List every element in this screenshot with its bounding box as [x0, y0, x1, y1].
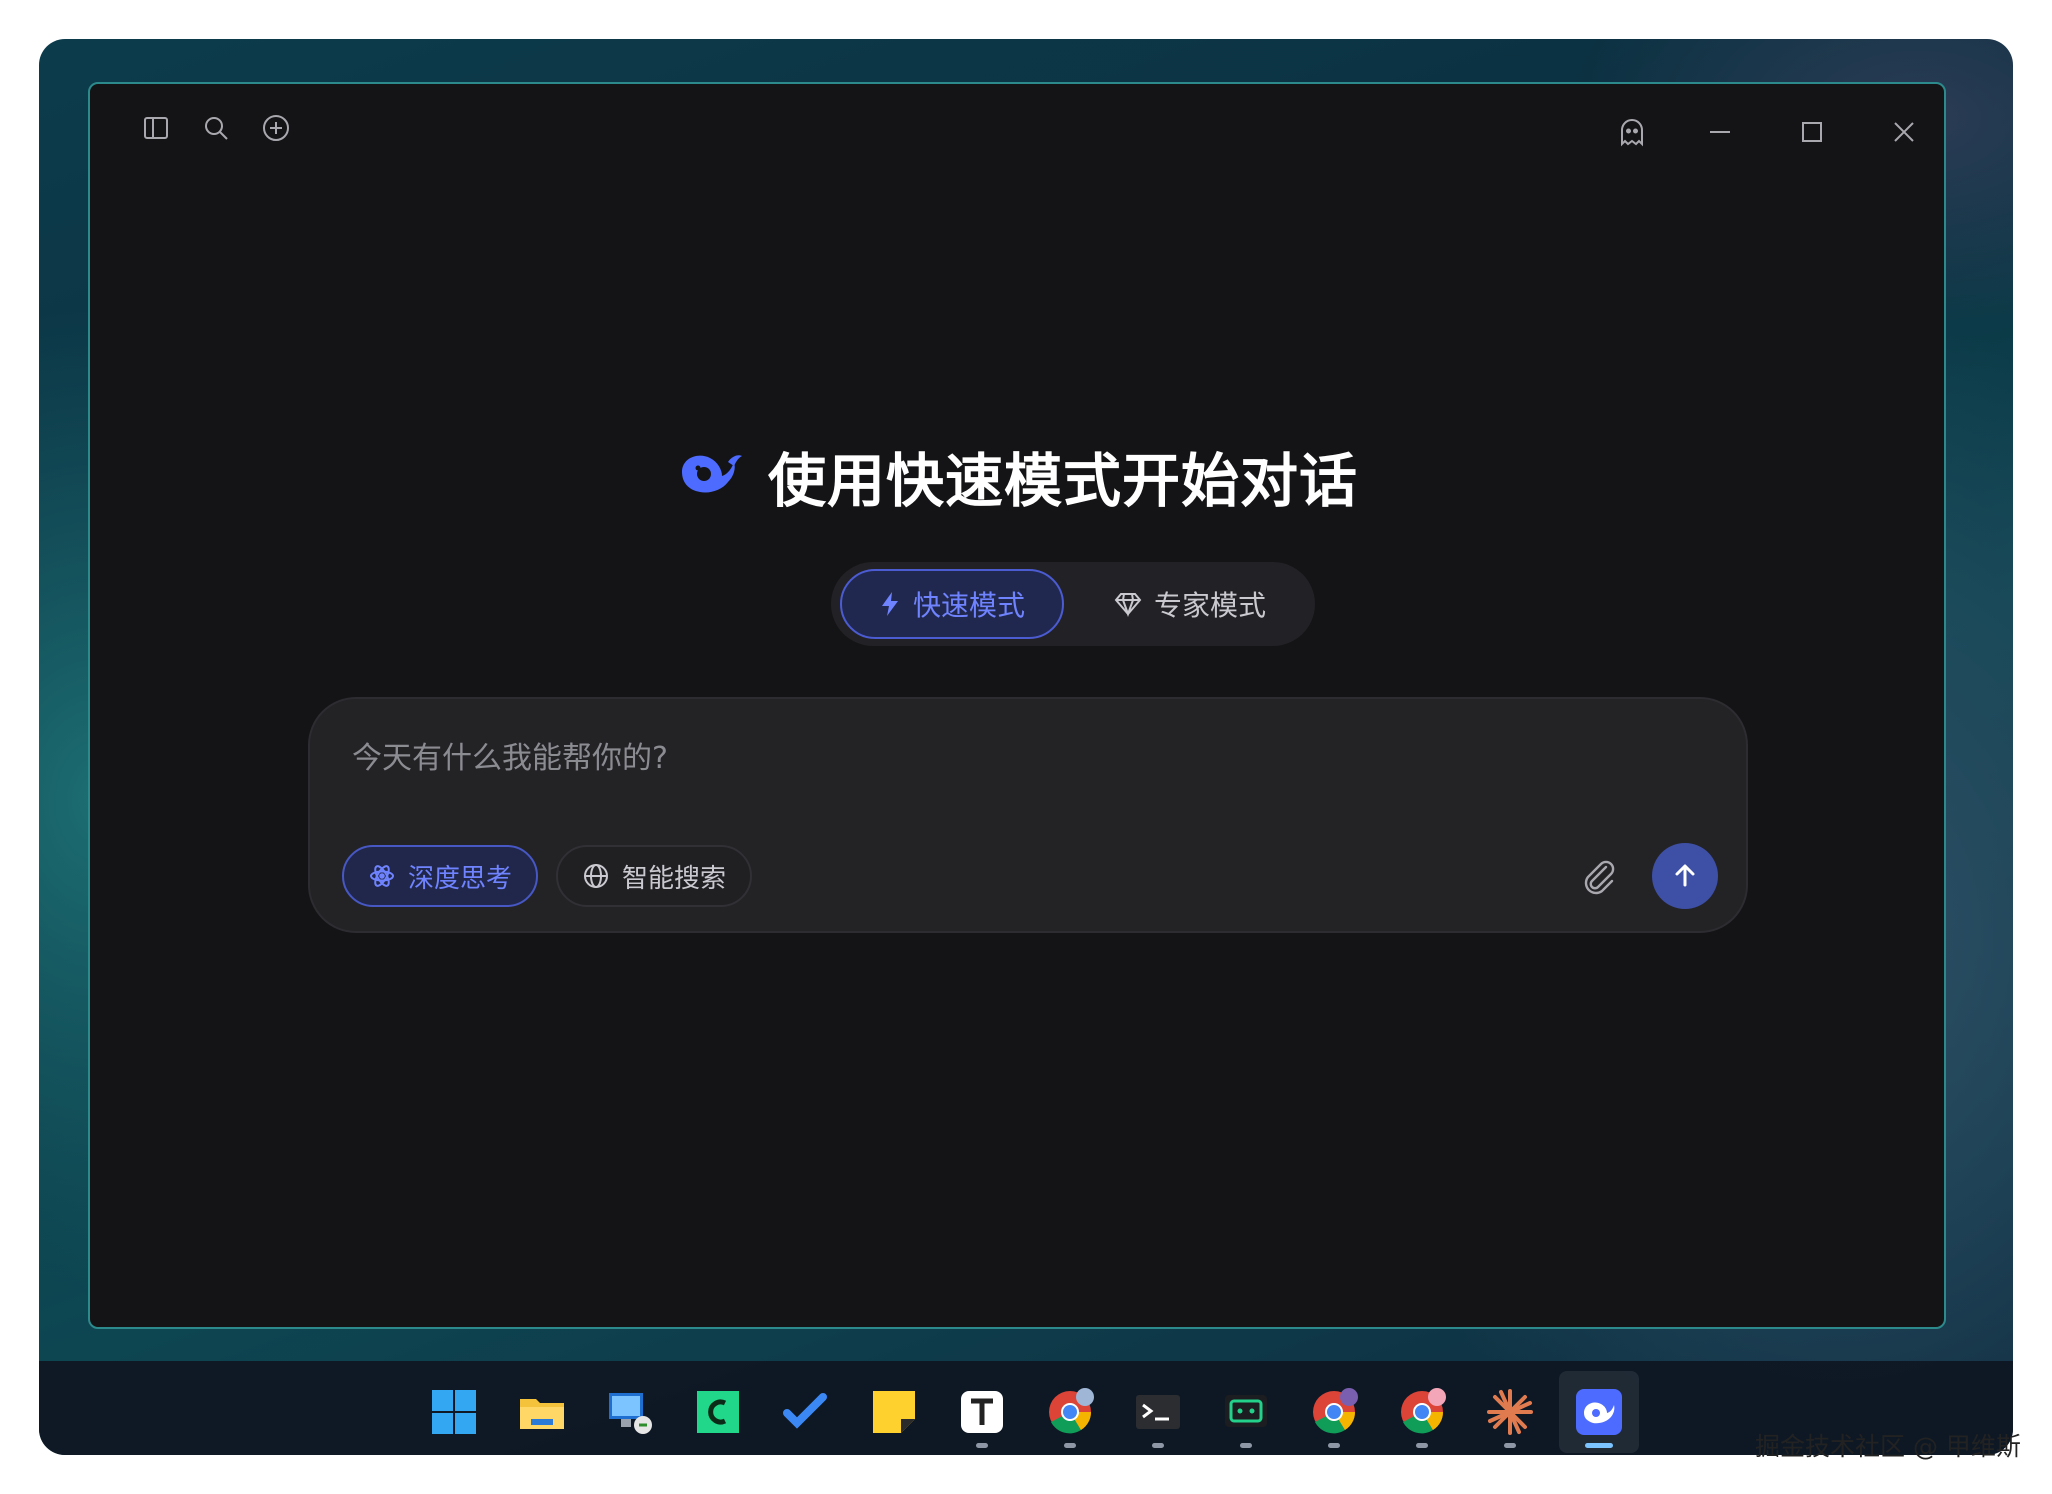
chrome-profile-2-icon[interactable] [1309, 1387, 1359, 1437]
running-indicator [1064, 1443, 1076, 1448]
watermark: 掘金技术社区 @ 甲维斯 [1755, 1432, 2021, 1461]
claude-icon[interactable] [1485, 1387, 1535, 1437]
diamond-icon [1114, 593, 1142, 617]
deep-think-label: 深度思考 [407, 863, 512, 894]
message-input[interactable] [350, 729, 1654, 787]
smart-search-label: 智能搜索 [621, 863, 726, 894]
mode-expert-button[interactable]: 专家模式 [1090, 569, 1290, 639]
app-window: 使用快速模式开始对话 快速模式 专家模式 今天有什么我能帮你的? 深度思考 智能… [88, 82, 1946, 1329]
deepseek-icon[interactable] [1574, 1387, 1624, 1437]
todo-icon[interactable] [781, 1387, 831, 1437]
minimize-icon[interactable] [1698, 110, 1742, 154]
atom-icon [369, 865, 394, 887]
typora-icon[interactable] [957, 1387, 1007, 1437]
windows-start-icon[interactable] [429, 1387, 479, 1437]
code-editor-icon[interactable] [693, 1387, 743, 1437]
sidebar-toggle-icon[interactable] [136, 108, 176, 148]
running-indicator [1504, 1443, 1516, 1448]
deep-think-toggle[interactable]: 深度思考 [342, 845, 538, 907]
running-indicator [976, 1443, 988, 1448]
ghost-icon[interactable] [1610, 110, 1654, 154]
deepseek-whale-logo [681, 455, 742, 493]
search-icon[interactable] [196, 108, 236, 148]
maximize-icon[interactable] [1790, 110, 1834, 154]
composer: 深度思考 智能搜索 [308, 697, 1748, 933]
hero: 使用快速模式开始对话 [90, 434, 1944, 518]
globe-icon [583, 864, 608, 888]
mode-expert-label: 专家模式 [1153, 589, 1266, 622]
desktop: 使用快速模式开始对话 快速模式 专家模式 今天有什么我能帮你的? 深度思考 智能… [39, 39, 2013, 1455]
page-title: 使用快速模式开始对话 [767, 447, 1358, 515]
mode-fast-label: 快速模式 [912, 589, 1025, 622]
chrome-profile-3-icon[interactable] [1397, 1387, 1447, 1437]
running-indicator [1328, 1443, 1340, 1448]
remote-desktop-icon[interactable] [605, 1387, 655, 1437]
terminal-icon[interactable] [1133, 1387, 1183, 1437]
running-indicator [1152, 1443, 1164, 1448]
arrow-up-icon [1675, 864, 1695, 887]
new-chat-icon[interactable] [256, 108, 296, 148]
smart-search-toggle[interactable]: 智能搜索 [556, 845, 752, 907]
mode-switch: 快速模式 专家模式 [831, 562, 1315, 646]
send-button[interactable] [1652, 843, 1718, 909]
running-indicator [1240, 1443, 1252, 1448]
mode-fast-button[interactable]: 快速模式 [840, 569, 1064, 639]
file-explorer-icon[interactable] [517, 1387, 567, 1437]
lightning-icon [881, 592, 898, 616]
active-indicator [1585, 1443, 1613, 1448]
attach-paperclip-icon[interactable] [1578, 855, 1620, 897]
close-icon[interactable] [1882, 110, 1926, 154]
ai-chat-app-icon[interactable] [1221, 1387, 1271, 1437]
running-indicator [1416, 1443, 1428, 1448]
sticky-notes-icon[interactable] [869, 1387, 919, 1437]
taskbar [39, 1361, 2013, 1455]
chrome-icon[interactable] [1045, 1387, 1095, 1437]
